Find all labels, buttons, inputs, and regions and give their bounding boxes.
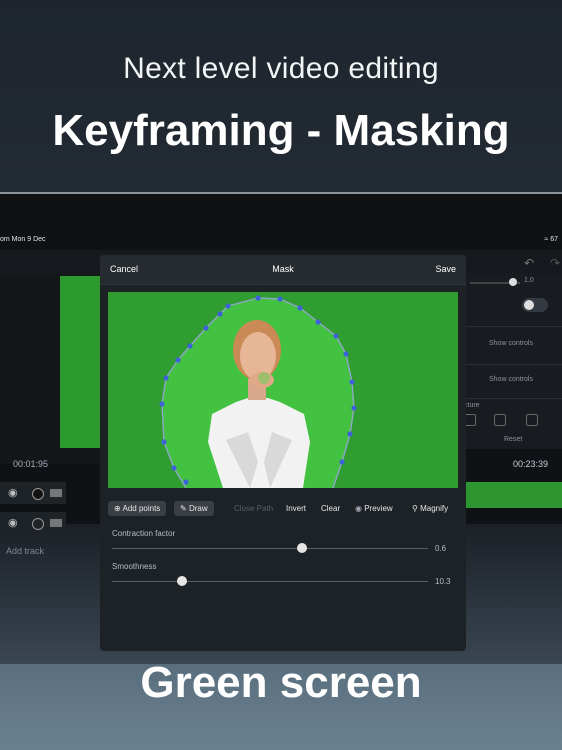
contraction-label: Contraction factor (112, 529, 176, 538)
add-points-icon: ⊕ (114, 504, 121, 513)
eye-icon[interactable]: ◉ (8, 516, 18, 529)
smoothness-value: 10.3 (435, 577, 451, 586)
reset-button[interactable]: Reset (504, 436, 522, 443)
wifi-icon: ≈ (544, 236, 549, 243)
show-controls-1[interactable]: Show controls (489, 340, 533, 347)
smoothness-slider[interactable] (112, 581, 428, 582)
inspector-panel: 1.0 Show controls Show controls cture Re… (464, 274, 562, 449)
preview-button[interactable]: ◉ Preview (355, 501, 393, 516)
status-time: om Mon 9 Dec (0, 236, 46, 243)
dialog-title: Mask (272, 264, 294, 274)
mask-canvas-image (108, 292, 458, 489)
contraction-slider-knob[interactable] (296, 543, 307, 553)
clear-button[interactable]: Clear (321, 501, 340, 516)
mask-dialog: Cancel Mask Save ⊕ Add points ✎ Draw Clo… (100, 255, 466, 651)
save-button[interactable]: Save (435, 264, 456, 274)
close-path-button[interactable]: Close Path (234, 501, 273, 516)
section-label: cture (464, 402, 480, 409)
show-controls-2[interactable]: Show controls (489, 376, 533, 383)
mask-dialog-header: Cancel Mask Save (100, 255, 466, 285)
option-box-2[interactable] (494, 414, 506, 426)
hero-title: Keyframing - Masking (52, 106, 510, 155)
status-bar: om Mon 9 Dec ≈ 67 (0, 234, 562, 248)
option-box-3[interactable] (526, 414, 538, 426)
timeline-clip[interactable] (464, 482, 562, 508)
record-icon[interactable] (32, 488, 44, 500)
mask-toolbar: ⊕ Add points ✎ Draw Close Path Invert Cl… (108, 501, 458, 517)
mask-canvas[interactable] (108, 292, 458, 489)
smoothness-label: Smoothness (112, 562, 157, 571)
search-icon: ⚲ (412, 504, 418, 513)
add-track-button[interactable]: Add track (6, 546, 44, 556)
invert-button[interactable]: Invert (286, 501, 306, 516)
opacity-slider-knob[interactable] (509, 278, 517, 286)
record-icon[interactable] (32, 518, 44, 530)
redo-icon[interactable]: ↷ (550, 256, 560, 270)
contraction-value: 0.6 (435, 544, 447, 553)
layers-icon[interactable] (50, 489, 62, 497)
inspector-toggle[interactable] (522, 298, 548, 312)
contraction-slider[interactable] (112, 548, 428, 549)
eye-icon: ◉ (355, 504, 362, 513)
layers-icon[interactable] (50, 519, 62, 527)
draw-button[interactable]: ✎ Draw (174, 501, 214, 516)
add-points-button[interactable]: ⊕ Add points (108, 501, 167, 516)
magnify-button[interactable]: ⚲ Magnify (412, 501, 448, 516)
track-row-1: ◉ (0, 482, 66, 504)
preview-green-frame (60, 276, 104, 448)
hero-subtitle: Next level video editing (123, 52, 439, 85)
hero-bottom-title: Green screen (140, 658, 422, 707)
eye-icon[interactable]: ◉ (8, 486, 18, 499)
smoothness-slider-knob[interactable] (176, 576, 187, 586)
timecode-total: 00:23:39 (512, 459, 548, 469)
undo-icon[interactable]: ↶ (524, 256, 534, 270)
battery-indicator: ≈ 67 (544, 236, 558, 243)
track-row-2: ◉ (0, 512, 66, 534)
timecode-current: 00:01:95 (13, 459, 49, 469)
pencil-icon: ✎ (180, 504, 187, 513)
opacity-value: 1.0 (524, 277, 534, 284)
